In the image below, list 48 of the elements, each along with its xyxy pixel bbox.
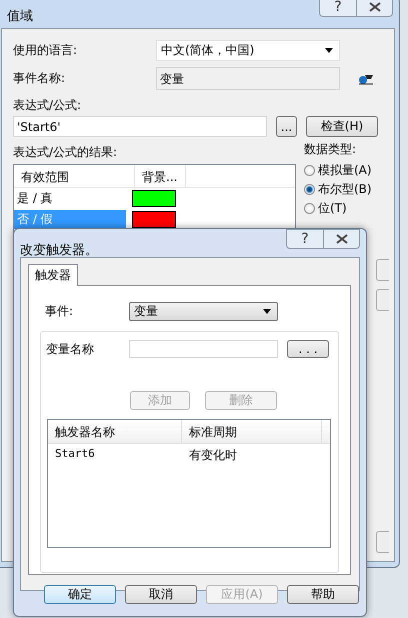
column-header: 背景... — [135, 165, 186, 187]
radio-button[interactable] — [304, 184, 315, 194]
caret-icon — [325, 48, 333, 53]
help-button[interactable]: ? — [286, 229, 323, 249]
column-header: 触发器名称 — [48, 420, 182, 443]
section-label: 表达式/公式的结果: — [13, 144, 118, 161]
close-icon — [368, 2, 380, 12]
dialog-button[interactable]: 取消 — [125, 585, 197, 604]
close-icon — [336, 234, 348, 244]
expression-field[interactable]: 'Start6' — [13, 116, 267, 137]
close-button[interactable] — [323, 229, 360, 249]
radio-label: 位(T) — [318, 200, 347, 216]
event-dropdown[interactable]: 变量 — [129, 302, 278, 321]
check-button[interactable]: 检查(H) — [306, 116, 378, 137]
color-swatch[interactable] — [132, 190, 176, 207]
tab[interactable]: 触发器 — [28, 264, 78, 286]
help-button[interactable]: ? — [319, 0, 356, 17]
dialog-button[interactable]: 确定 — [44, 585, 116, 604]
variable-name-field[interactable] — [129, 340, 278, 358]
button[interactable] — [376, 289, 389, 311]
radio-label: 布尔型(B) — [318, 180, 372, 198]
field-label: 事件: — [44, 303, 74, 320]
list-cell[interactable]: Start6 — [48, 447, 182, 464]
caret-icon — [263, 309, 271, 314]
event-name-field: 变量 — [156, 67, 340, 90]
field-label: 事件名称: — [13, 70, 66, 87]
color-swatch[interactable] — [132, 211, 176, 228]
section-label: 数据类型: — [304, 141, 358, 158]
radio-label: 模拟量(A) — [318, 162, 372, 178]
field-label: 变量名称 — [45, 340, 95, 358]
globe-icon — [358, 72, 374, 84]
column-header: 有效范围 — [14, 165, 135, 187]
field-label: 使用的语言: — [13, 42, 78, 59]
list-cell[interactable]: 有变化时 — [182, 447, 316, 464]
button[interactable] — [376, 259, 389, 281]
browse-button[interactable]: ... — [276, 116, 297, 137]
radio-button[interactable] — [304, 202, 315, 214]
radio-button[interactable] — [304, 164, 315, 176]
button[interactable] — [376, 531, 389, 553]
browse-button[interactable]: . . . — [287, 340, 329, 358]
table-cell[interactable]: 是 / 真 — [14, 189, 126, 208]
field-label: 表达式/公式: — [13, 97, 82, 114]
window-title: 改变触发器。 — [20, 242, 98, 257]
language-dropdown[interactable]: 中文(简体，中国) — [156, 40, 340, 61]
column-header: 标准周期 — [182, 420, 322, 443]
dialog-button[interactable]: 帮助 — [287, 585, 359, 604]
close-button[interactable] — [356, 0, 393, 17]
window-title: 值域 — [7, 8, 33, 26]
